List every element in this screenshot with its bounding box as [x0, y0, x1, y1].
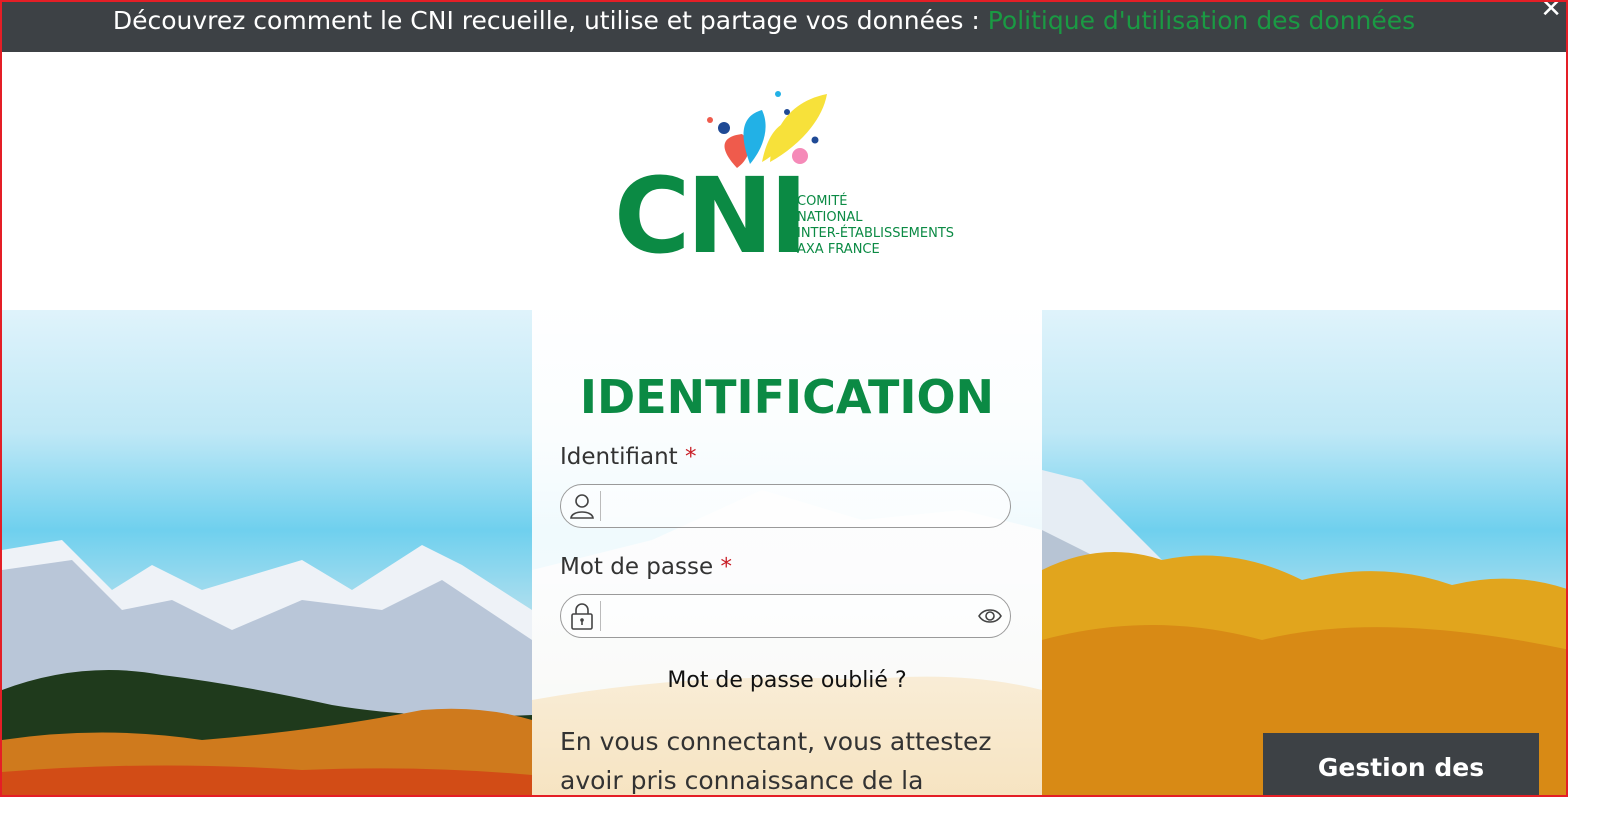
tagline-line: NATIONAL: [797, 210, 863, 225]
logo-area: CNI COMITÉ NATIONAL INTER-ÉTABLISSEMENTS…: [2, 52, 1566, 310]
cookie-settings-button[interactable]: Gestion des cookies: [1263, 733, 1539, 795]
tagline-line: AXA FRANCE: [797, 242, 880, 257]
password-input[interactable]: [607, 599, 971, 635]
required-mark: *: [685, 444, 697, 470]
close-icon[interactable]: ✕: [1540, 2, 1562, 22]
page-frame: Découvrez comment le CNI recueille, util…: [0, 0, 1568, 797]
tagline-line: COMITÉ: [797, 194, 848, 209]
password-field[interactable]: [560, 594, 1011, 638]
logo-letters: CNI: [614, 155, 808, 277]
password-label: Mot de passe *: [560, 554, 732, 580]
input-separator: [600, 491, 601, 521]
login-card: IDENTIFICATION Identifiant * Mot de pass…: [532, 310, 1042, 795]
privacy-banner: Découvrez comment le CNI recueille, util…: [2, 2, 1566, 52]
username-label: Identifiant *: [560, 444, 697, 470]
forgot-password-link[interactable]: Mot de passe oublié ?: [532, 668, 1042, 693]
input-separator: [600, 601, 601, 631]
user-icon: [570, 494, 594, 519]
data-policy-link[interactable]: Politique d'utilisation des données: [988, 6, 1415, 35]
tagline-line: INTER-ÉTABLISSEMENTS: [797, 226, 955, 241]
username-field[interactable]: [560, 484, 1011, 528]
lock-icon: [571, 603, 593, 630]
consent-text: En vous connectant, vous attestez avoir …: [560, 727, 992, 795]
eye-icon[interactable]: [976, 603, 1004, 629]
login-title: IDENTIFICATION: [579, 370, 995, 424]
logo-tagline: COMITÉ NATIONAL INTER-ÉTABLISSEMENTS AXA…: [797, 194, 954, 258]
required-mark: *: [720, 554, 732, 580]
username-input[interactable]: [607, 489, 971, 525]
banner-text: Découvrez comment le CNI recueille, util…: [112, 6, 988, 35]
username-label-text: Identifiant: [560, 444, 678, 470]
password-label-text: Mot de passe: [560, 554, 714, 580]
